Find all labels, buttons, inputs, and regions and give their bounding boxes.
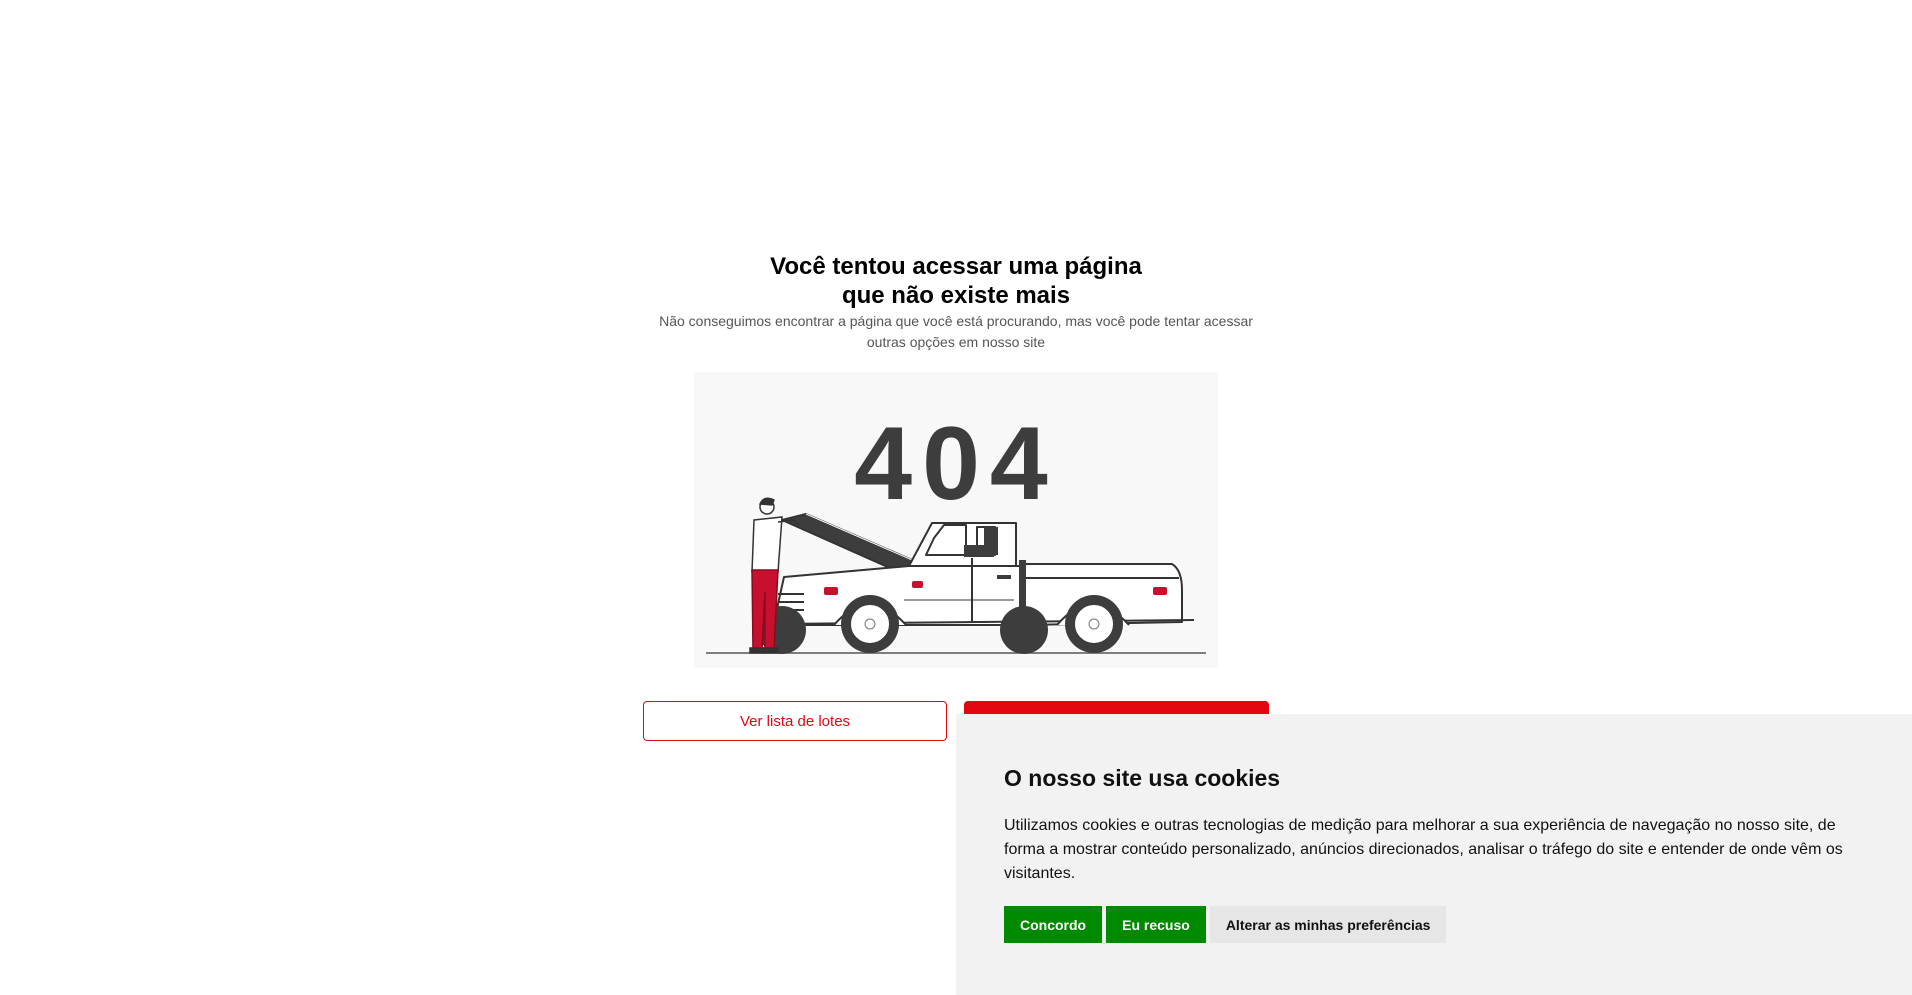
pickup-truck	[758, 513, 1195, 654]
cookie-preferences-button[interactable]: Alterar as minhas preferências	[1209, 906, 1447, 943]
cookie-actions: Concordo Eu recuso Alterar as minhas pre…	[1004, 906, 1864, 943]
view-lots-button[interactable]: Ver lista de lotes	[643, 701, 947, 741]
page: Você tentou acessar uma página que não e…	[0, 0, 1912, 995]
error-404-illustration: 404	[694, 372, 1218, 668]
accept-cookies-button[interactable]: Concordo	[1004, 906, 1103, 943]
cookie-description: Utilizamos cookies e outras tecnologias …	[1004, 817, 1843, 882]
cookie-title: O nosso site usa cookies	[1004, 765, 1281, 791]
page-title-line-1: Você tentou acessar uma página	[770, 253, 1142, 280]
error-code: 404	[854, 406, 1058, 522]
page-subtitle: Não conseguimos encontrar a página que v…	[659, 313, 1253, 350]
page-title: Você tentou acessar uma página que não e…	[0, 252, 1912, 310]
refuse-cookies-button[interactable]: Eu recuso	[1106, 906, 1206, 943]
cookie-consent-panel: O nosso site usa cookies Utilizamos cook…	[956, 714, 1912, 995]
page-title-line-2: que não existe mais	[841, 282, 1071, 309]
